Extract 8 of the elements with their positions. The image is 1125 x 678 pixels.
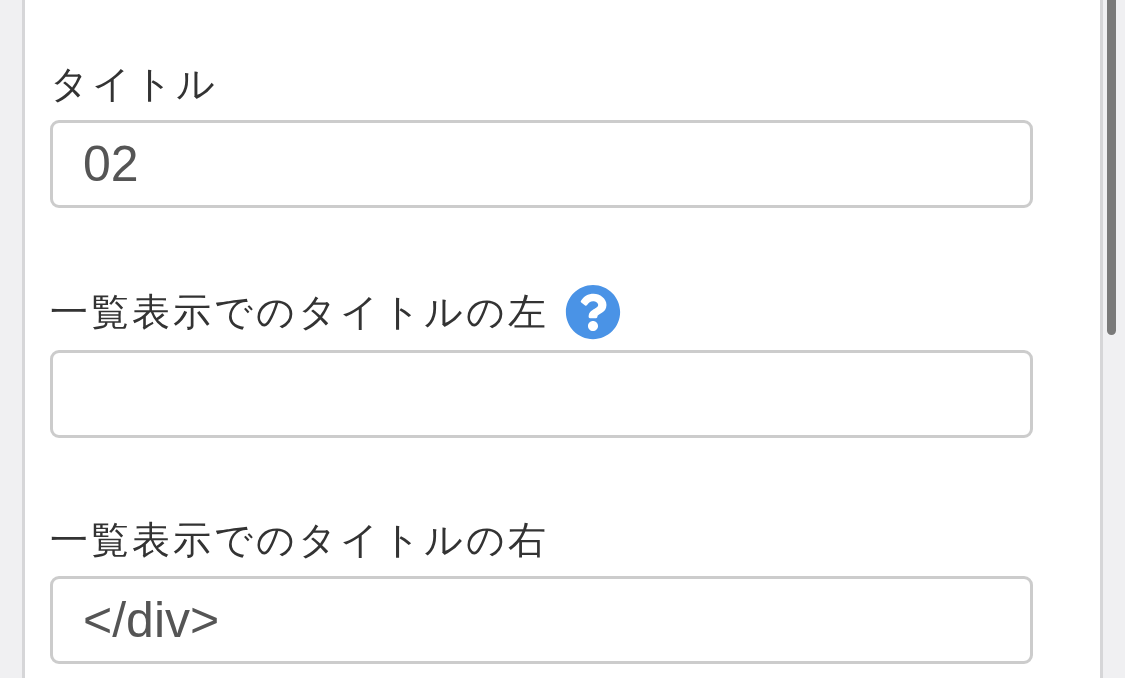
field-label: 一覧表示でのタイトルの右 — [50, 518, 549, 563]
field-label: タイトル — [50, 62, 218, 107]
help-icon[interactable] — [565, 284, 621, 340]
scrollbar-thumb[interactable] — [1107, 0, 1116, 335]
input-field[interactable] — [50, 350, 1033, 438]
field-label: 一覧表示でのタイトルの左 — [50, 290, 549, 335]
input-field[interactable]: </div> — [50, 576, 1033, 664]
input-field[interactable]: 02 — [50, 120, 1033, 208]
